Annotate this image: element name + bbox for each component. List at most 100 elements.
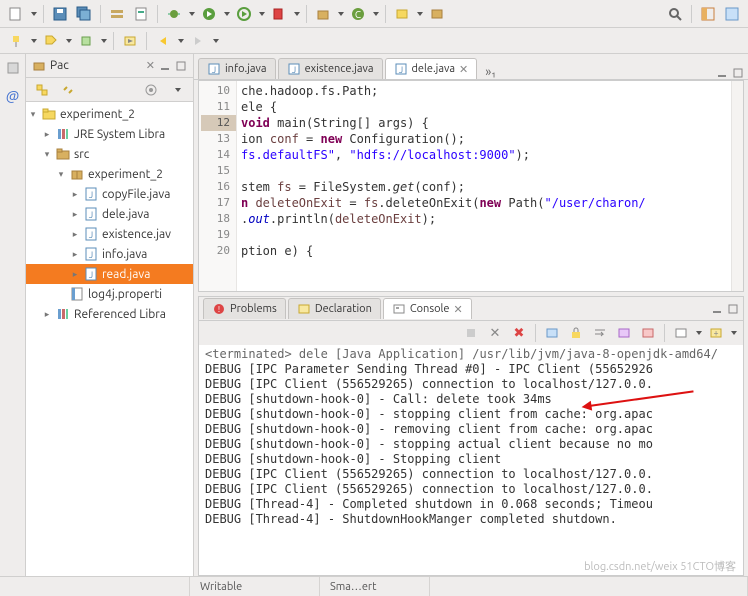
tree-item-referenced-libra[interactable]: ▸ Referenced Libra — [26, 304, 193, 324]
tab-problems[interactable]: ! Problems — [203, 298, 286, 319]
new-class-button[interactable]: C — [348, 4, 368, 24]
back-button[interactable] — [153, 31, 173, 51]
display-selected-button[interactable] — [671, 323, 691, 343]
filter-button[interactable] — [76, 31, 96, 51]
open-task-button[interactable] — [427, 4, 447, 24]
editor-tab-info[interactable]: J info.java — [198, 58, 276, 79]
save-button[interactable] — [50, 4, 70, 24]
tree-item-jre-system-libra[interactable]: ▸JRE System Libra — [26, 124, 193, 144]
tree-item-label: Referenced Libra — [74, 308, 166, 321]
tree-item-existence-jav[interactable]: ▸Jexistence.jav — [26, 224, 193, 244]
java-perspective-button[interactable] — [722, 4, 742, 24]
project-tree[interactable]: ▾experiment_2▸JRE System Libra▾src▾exper… — [26, 102, 193, 576]
dropdown-arrow-icon[interactable] — [417, 12, 423, 16]
expand-arrow-icon[interactable]: ▾ — [42, 149, 52, 160]
expand-arrow-icon[interactable]: ▸ — [70, 249, 80, 260]
tree-item-label: copyFile.java — [102, 188, 170, 201]
new-package-button[interactable] — [313, 4, 333, 24]
new-menu-button[interactable] — [6, 4, 26, 24]
pin-console-button[interactable] — [614, 323, 634, 343]
tree-item-read-java[interactable]: ▸Jread.java — [26, 264, 193, 284]
search-button[interactable] — [665, 4, 685, 24]
tree-item-info-java[interactable]: ▸Jinfo.java — [26, 244, 193, 264]
at-icon[interactable]: @ — [3, 86, 23, 106]
minimize-icon[interactable] — [159, 60, 171, 72]
debug-button[interactable] — [164, 4, 184, 24]
tree-item-label: dele.java — [102, 208, 149, 221]
maximize-icon[interactable] — [727, 303, 739, 315]
minimize-icon[interactable] — [716, 67, 728, 79]
dropdown-arrow-icon[interactable] — [31, 12, 37, 16]
dropdown-arrow-icon[interactable] — [213, 39, 219, 43]
coverage-button[interactable] — [131, 4, 151, 24]
dropdown-arrow-icon[interactable] — [189, 12, 195, 16]
console-output[interactable]: <terminated> dele [Java Application] /us… — [199, 345, 743, 575]
dropdown-arrow-icon[interactable] — [31, 39, 37, 43]
maximize-icon[interactable] — [175, 60, 187, 72]
editor-tab-existence[interactable]: J existence.java — [278, 58, 383, 79]
tab-label: Console — [410, 303, 450, 315]
tab-declaration[interactable]: Declaration — [288, 298, 381, 319]
close-icon[interactable]: ✕ — [146, 59, 155, 72]
dropdown-arrow-icon[interactable] — [224, 12, 230, 16]
open-console-button[interactable]: + — [706, 323, 726, 343]
external-tools-button[interactable] — [269, 4, 289, 24]
dropdown-arrow-icon[interactable] — [373, 12, 379, 16]
remove-all-button[interactable]: ✖ — [509, 323, 529, 343]
dropdown-arrow-icon[interactable] — [731, 331, 737, 335]
collapse-all-button[interactable] — [32, 80, 52, 100]
tree-item-src[interactable]: ▾src — [26, 144, 193, 164]
minimize-icon[interactable] — [711, 303, 723, 315]
maximize-icon[interactable] — [732, 67, 744, 79]
focus-button[interactable] — [141, 80, 161, 100]
forward-button[interactable] — [188, 31, 208, 51]
tag-button[interactable] — [41, 31, 61, 51]
view-menu-button[interactable] — [167, 80, 187, 100]
dropdown-arrow-icon[interactable] — [66, 39, 72, 43]
run-last-button[interactable] — [234, 4, 254, 24]
dropdown-arrow-icon[interactable] — [178, 39, 184, 43]
code-editor[interactable]: 1011121314151617181920 che.hadoop.fs.Pat… — [198, 80, 744, 292]
remove-launch-button[interactable]: ✕ — [485, 323, 505, 343]
dropdown-arrow-icon[interactable] — [294, 12, 300, 16]
toggle-breadcrumb-button[interactable] — [107, 4, 127, 24]
tab-overflow-indicator[interactable]: »₁ — [479, 65, 502, 79]
pin-button[interactable] — [6, 31, 26, 51]
show-view-button[interactable] — [3, 58, 23, 78]
link-editor-button[interactable] — [58, 80, 78, 100]
code-content[interactable]: che.hadoop.fs.Path; ele { void main(Stri… — [237, 81, 731, 291]
tree-item-experiment_2[interactable]: ▾experiment_2 — [26, 104, 193, 124]
word-wrap-button[interactable] — [590, 323, 610, 343]
tree-item-dele-java[interactable]: ▸Jdele.java — [26, 204, 193, 224]
overview-ruler[interactable] — [731, 81, 743, 291]
expand-arrow-icon[interactable]: ▸ — [70, 229, 80, 240]
clear-console-button[interactable] — [542, 323, 562, 343]
dropdown-arrow-icon[interactable] — [101, 39, 107, 43]
close-tab-icon[interactable]: ✕ — [459, 63, 468, 76]
run-button[interactable] — [199, 4, 219, 24]
dropdown-arrow-icon[interactable] — [696, 331, 702, 335]
editor-tab-dele[interactable]: J dele.java ✕ — [385, 58, 478, 79]
expand-arrow-icon[interactable]: ▸ — [42, 309, 52, 320]
terminate-button[interactable] — [461, 323, 481, 343]
open-perspective-button[interactable] — [698, 4, 718, 24]
close-tab-icon[interactable]: ✕ — [454, 303, 463, 316]
tree-item-copyfile-java[interactable]: ▸JcopyFile.java — [26, 184, 193, 204]
next-annotation-button[interactable] — [120, 31, 140, 51]
expand-arrow-icon[interactable]: ▸ — [70, 209, 80, 220]
expand-arrow-icon[interactable]: ▸ — [70, 269, 80, 280]
open-type-button[interactable] — [392, 4, 412, 24]
expand-arrow-icon[interactable]: ▾ — [56, 169, 66, 180]
expand-arrow-icon[interactable]: ▾ — [28, 109, 38, 120]
expand-arrow-icon[interactable]: ▸ — [70, 189, 80, 200]
tree-item-label: info.java — [102, 248, 147, 261]
dropdown-arrow-icon[interactable] — [338, 12, 344, 16]
save-all-button[interactable] — [74, 4, 94, 24]
tab-console[interactable]: Console ✕ — [383, 298, 472, 319]
tree-item-log4j-properti[interactable]: log4j.properti — [26, 284, 193, 304]
show-console-button[interactable] — [638, 323, 658, 343]
expand-arrow-icon[interactable]: ▸ — [42, 129, 52, 140]
dropdown-arrow-icon[interactable] — [259, 12, 265, 16]
scroll-lock-button[interactable] — [566, 323, 586, 343]
tree-item-experiment_2[interactable]: ▾experiment_2 — [26, 164, 193, 184]
